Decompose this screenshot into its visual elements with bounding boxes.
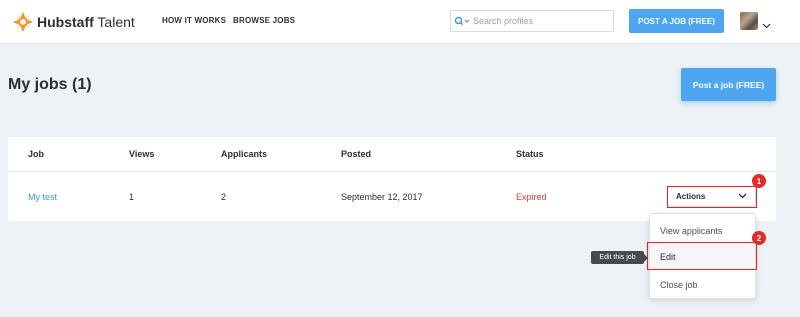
column-header-posted: Posted [341, 149, 372, 159]
edit-tooltip: Edit this job [591, 251, 644, 264]
search-input[interactable] [473, 16, 603, 26]
step-badge-1: 1 [752, 174, 766, 188]
page-title: My jobs (1) [8, 76, 92, 93]
hubstaff-logo-icon [12, 11, 34, 33]
menu-item-view-applicants[interactable]: View applicants [650, 217, 755, 245]
job-status: Expired [516, 192, 547, 202]
column-header-job: Job [28, 149, 45, 159]
search-icon[interactable] [451, 11, 473, 31]
job-applicants: 2 [221, 192, 227, 202]
job-posted-date: September 12, 2017 [341, 192, 423, 202]
logo[interactable]: Hubstaff Talent [12, 11, 135, 33]
column-header-applicants: Applicants [221, 149, 268, 159]
highlight-box-edit [647, 242, 757, 270]
header-divider [8, 171, 776, 172]
job-title-link[interactable]: My test [28, 192, 57, 202]
tooltip-arrow [644, 254, 648, 262]
job-views: 1 [129, 192, 135, 202]
top-nav-bar: Hubstaff Talent HOW IT WORKS BROWSE JOBS… [0, 0, 800, 44]
avatar[interactable] [740, 12, 758, 30]
jobs-table: Job Views Applicants Posted Status My te… [8, 137, 776, 221]
nav-how-it-works[interactable]: HOW IT WORKS [162, 16, 226, 25]
highlight-box-actions [667, 186, 757, 208]
post-job-button[interactable]: Post a job (FREE) [681, 68, 776, 101]
menu-item-close-job[interactable]: Close job [650, 271, 755, 299]
logo-text: Hubstaff Talent [37, 14, 135, 30]
column-header-status: Status [516, 149, 544, 159]
search-box [450, 10, 614, 32]
column-header-views: Views [129, 149, 155, 159]
logo-product: Talent [97, 14, 135, 30]
nav-browse-jobs[interactable]: BROWSE JOBS [233, 16, 295, 25]
chevron-down-icon[interactable] [762, 16, 771, 34]
step-badge-2: 2 [752, 231, 766, 245]
post-job-button-header[interactable]: POST A JOB (FREE) [629, 9, 724, 33]
logo-brand: Hubstaff [37, 14, 94, 30]
